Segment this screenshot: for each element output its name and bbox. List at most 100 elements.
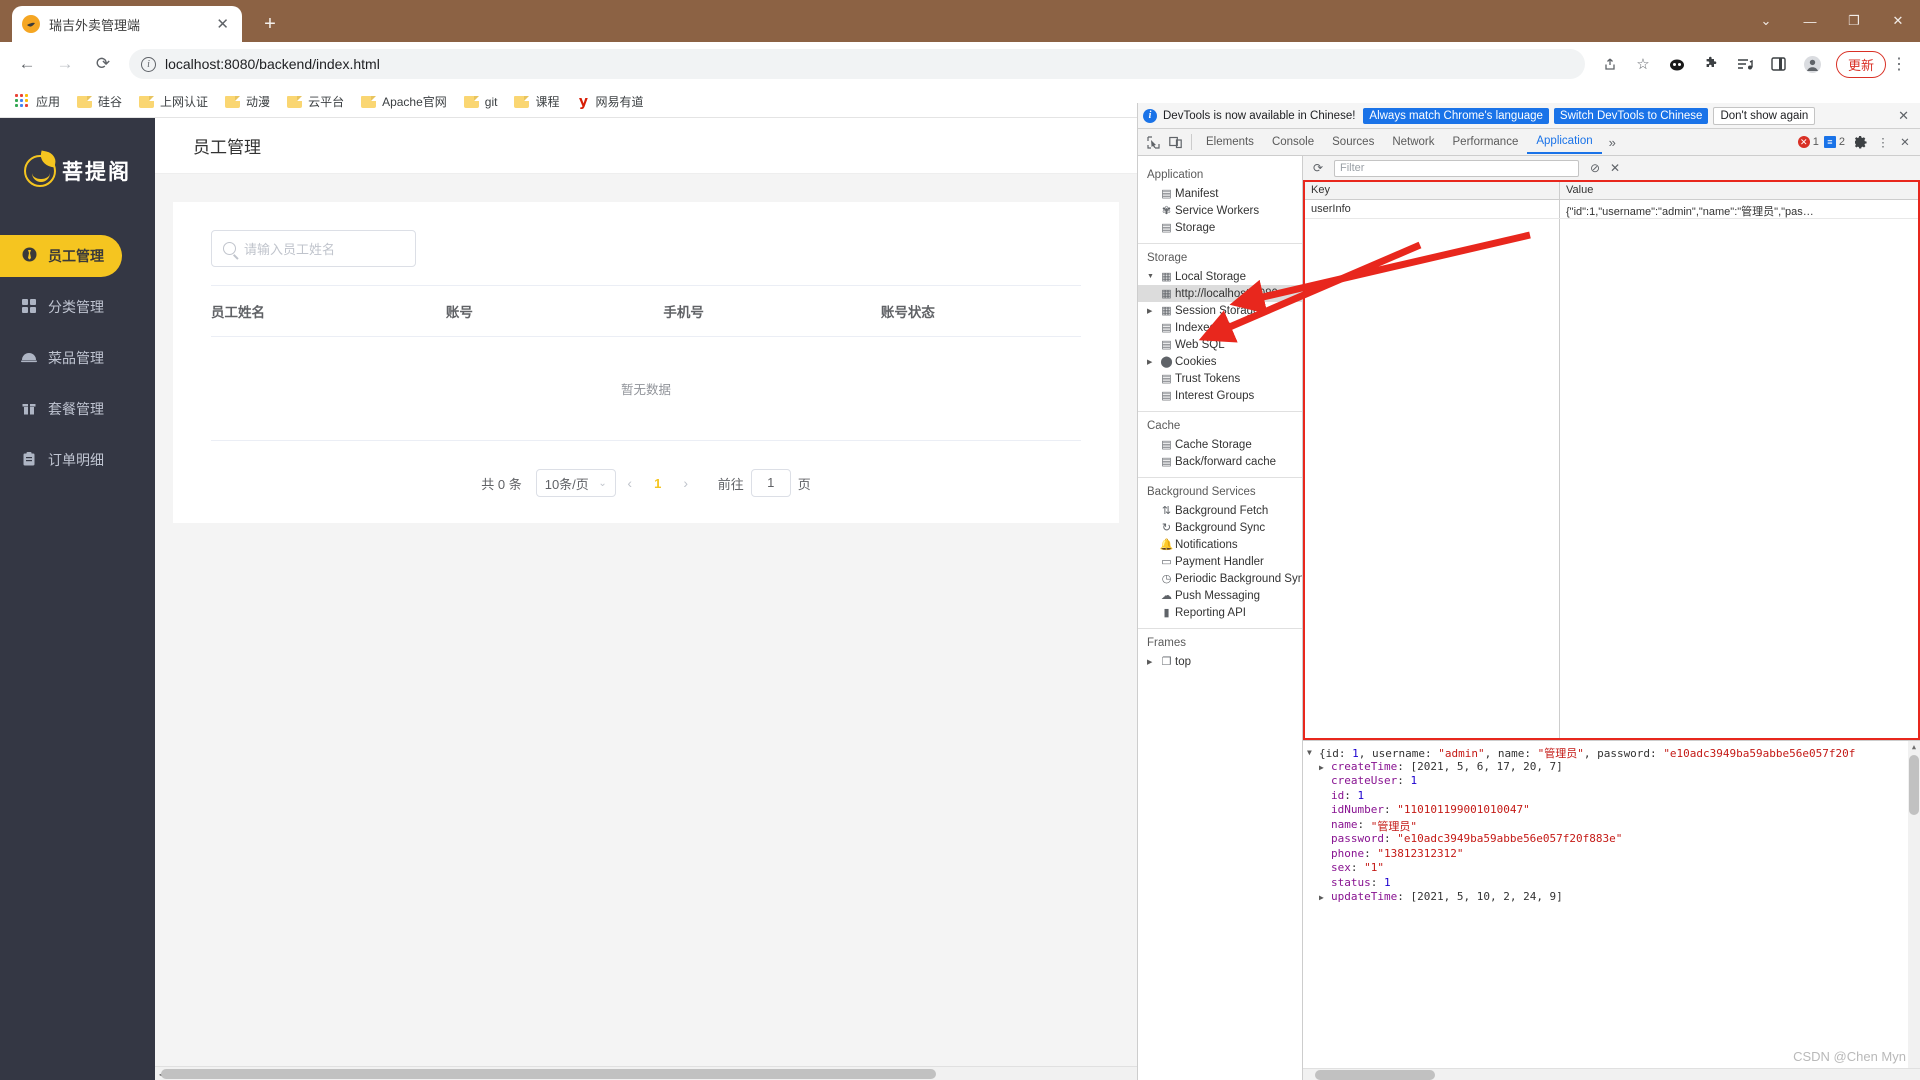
- nav-item-frame-top[interactable]: ▶ ❐ top: [1138, 653, 1302, 670]
- scrollbar-thumb[interactable]: [161, 1069, 936, 1079]
- bookmark-item[interactable]: y 网易有道: [569, 90, 650, 113]
- sidebar-item-combo[interactable]: 套餐管理: [0, 388, 155, 430]
- bookmark-star-icon[interactable]: ☆: [1628, 49, 1658, 79]
- nav-item-indexeddb[interactable]: ▤ IndexedDB: [1138, 319, 1302, 336]
- nav-item-payment-handler[interactable]: ▭ Payment Handler: [1138, 553, 1302, 570]
- panda-extension-icon[interactable]: [1662, 49, 1692, 79]
- nav-item-web-sql[interactable]: ▤ Web SQL: [1138, 336, 1302, 353]
- sidebar-item-orders[interactable]: 订单明细: [0, 439, 155, 481]
- browser-tab[interactable]: 瑞吉外卖管理端 ✕: [12, 6, 242, 42]
- dont-show-again-button[interactable]: Don't show again: [1713, 106, 1816, 125]
- tab-elements[interactable]: Elements: [1197, 131, 1263, 153]
- bookmark-item[interactable]: Apache官网: [354, 90, 454, 113]
- message-count-badge[interactable]: ≡ 2: [1823, 136, 1845, 148]
- filter-input[interactable]: Filter: [1334, 159, 1579, 177]
- preview-entry[interactable]: status: 1: [1307, 876, 1920, 891]
- back-icon[interactable]: ←: [11, 48, 43, 80]
- update-button[interactable]: 更新: [1835, 50, 1886, 78]
- nav-item-service-workers[interactable]: ✾ Service Workers: [1138, 202, 1302, 219]
- gear-icon[interactable]: [1850, 131, 1872, 153]
- column-header-key[interactable]: Key: [1305, 182, 1560, 199]
- delete-selected-icon[interactable]: ✕: [1605, 158, 1625, 178]
- nav-item-periodic-background-sync[interactable]: ◷ Periodic Background Sync: [1138, 570, 1302, 587]
- inspect-element-icon[interactable]: [1142, 131, 1164, 153]
- prev-page-button[interactable]: ‹: [616, 475, 644, 491]
- always-match-language-button[interactable]: Always match Chrome's language: [1363, 107, 1549, 124]
- nav-item-reporting-api[interactable]: ▮ Reporting API: [1138, 604, 1302, 621]
- twisty-collapsed-icon[interactable]: ▶: [1147, 658, 1158, 666]
- switch-to-chinese-button[interactable]: Switch DevTools to Chinese: [1553, 107, 1709, 124]
- bookmark-item[interactable]: 硅谷: [70, 90, 129, 113]
- twisty-collapsed-icon[interactable]: ▶: [1319, 760, 1331, 772]
- sidebar-item-employee[interactable]: 员工管理: [0, 235, 122, 277]
- more-tabs-icon[interactable]: »: [1602, 135, 1623, 150]
- nav-item-background-sync[interactable]: ↻ Background Sync: [1138, 519, 1302, 536]
- jump-page-input[interactable]: 1: [750, 469, 791, 497]
- site-info-icon[interactable]: i: [141, 56, 156, 72]
- browser-menu-icon[interactable]: ⋮: [1886, 54, 1912, 74]
- address-bar[interactable]: i localhost:8080/backend/index.html: [129, 49, 1585, 79]
- close-devtools-icon[interactable]: ✕: [1894, 131, 1916, 153]
- tab-application[interactable]: Application: [1527, 130, 1602, 154]
- twisty-collapsed-icon[interactable]: ▶: [1147, 307, 1158, 315]
- nav-item-push-messaging[interactable]: ☁ Push Messaging: [1138, 587, 1302, 604]
- nav-item-background-fetch[interactable]: ⇅ Background Fetch: [1138, 502, 1302, 519]
- sidebar-item-category[interactable]: 分类管理: [0, 286, 155, 328]
- bookmark-item[interactable]: 云平台: [280, 90, 351, 113]
- new-tab-button[interactable]: +: [256, 10, 284, 38]
- nav-item-trust-tokens[interactable]: ▤ Trust Tokens: [1138, 370, 1302, 387]
- nav-item-storage[interactable]: ▤ Storage: [1138, 219, 1302, 236]
- no-entry-clear-icon[interactable]: ⊘: [1585, 158, 1605, 178]
- bookmark-item[interactable]: 课程: [507, 90, 566, 113]
- puzzle-icon[interactable]: [1696, 49, 1726, 79]
- nav-item-localhost-origin[interactable]: ▦ http://localhost:8080: [1138, 285, 1302, 302]
- error-count-badge[interactable]: ✕ 1: [1797, 136, 1819, 148]
- preview-entry[interactable]: name: "管理员": [1307, 818, 1920, 833]
- avatar-icon[interactable]: [1798, 49, 1828, 79]
- nav-item-session-storage[interactable]: ▶ ▦ Session Storage: [1138, 302, 1302, 319]
- bookmark-item[interactable]: 应用: [8, 90, 67, 113]
- sidebar-item-dish[interactable]: 菜品管理: [0, 337, 155, 379]
- preview-entry[interactable]: idNumber: "110101199001010047": [1307, 803, 1920, 818]
- page-size-select[interactable]: 10条/页 ⌄: [535, 469, 616, 497]
- reload-icon[interactable]: ⟳: [87, 48, 119, 80]
- kv-value-cell[interactable]: {"id":1,"username":"admin","name":"管理员",…: [1560, 200, 1820, 218]
- tab-console[interactable]: Console: [1263, 131, 1323, 153]
- preview-entry[interactable]: phone: "13812312312": [1307, 847, 1920, 862]
- close-window-button[interactable]: ✕: [1876, 0, 1920, 42]
- nav-item-manifest[interactable]: ▤ Manifest: [1138, 185, 1302, 202]
- twisty-collapsed-icon[interactable]: ▶: [1319, 890, 1331, 902]
- twisty-expanded-icon[interactable]: ▼: [1147, 273, 1158, 280]
- bookmark-item[interactable]: 动漫: [218, 90, 277, 113]
- preview-entry[interactable]: ▶ createTime: [2021, 5, 6, 17, 20, 7]: [1307, 760, 1920, 775]
- preview-root-line[interactable]: ▼ {id: 1, username: "admin", name: "管理员"…: [1307, 745, 1920, 760]
- next-page-button[interactable]: ›: [672, 475, 700, 491]
- refresh-icon[interactable]: ⟳: [1308, 158, 1328, 178]
- preview-entry[interactable]: ▶ updateTime: [2021, 5, 10, 2, 24, 9]: [1307, 890, 1920, 905]
- column-header-value[interactable]: Value: [1560, 182, 1599, 199]
- close-banner-icon[interactable]: ✕: [1892, 108, 1915, 124]
- preview-horizontal-scrollbar[interactable]: [1303, 1068, 1920, 1080]
- column-header-status[interactable]: 账号状态: [880, 285, 1081, 337]
- twisty-collapsed-icon[interactable]: ▶: [1147, 358, 1158, 366]
- scroll-up-arrow-icon[interactable]: ▲: [1908, 741, 1920, 753]
- nav-item-cache-storage[interactable]: ▤ Cache Storage: [1138, 436, 1302, 453]
- column-header-phone[interactable]: 手机号: [663, 285, 881, 337]
- side-panel-icon[interactable]: [1764, 49, 1794, 79]
- bookmark-item[interactable]: git: [457, 92, 505, 112]
- tab-performance[interactable]: Performance: [1444, 131, 1528, 153]
- column-header-account[interactable]: 账号: [445, 285, 664, 337]
- kv-key-cell[interactable]: userInfo: [1305, 200, 1560, 218]
- forward-icon[interactable]: →: [49, 48, 81, 80]
- twisty-expanded-icon[interactable]: ▼: [1307, 745, 1319, 757]
- device-toolbar-icon[interactable]: [1164, 131, 1186, 153]
- kv-table-row[interactable]: userInfo {"id":1,"username":"admin","nam…: [1305, 200, 1918, 219]
- page-number-1[interactable]: 1: [644, 476, 672, 491]
- close-tab-button[interactable]: ✕: [213, 15, 232, 33]
- column-header-name[interactable]: 员工姓名: [211, 285, 446, 337]
- search-input[interactable]: 请输入员工姓名: [211, 230, 416, 267]
- maximize-window-button[interactable]: ❐: [1832, 0, 1876, 42]
- devtools-menu-icon[interactable]: ⋮: [1872, 131, 1894, 153]
- nav-item-local-storage[interactable]: ▼ ▦ Local Storage: [1138, 268, 1302, 285]
- preview-entry[interactable]: id: 1: [1307, 789, 1920, 804]
